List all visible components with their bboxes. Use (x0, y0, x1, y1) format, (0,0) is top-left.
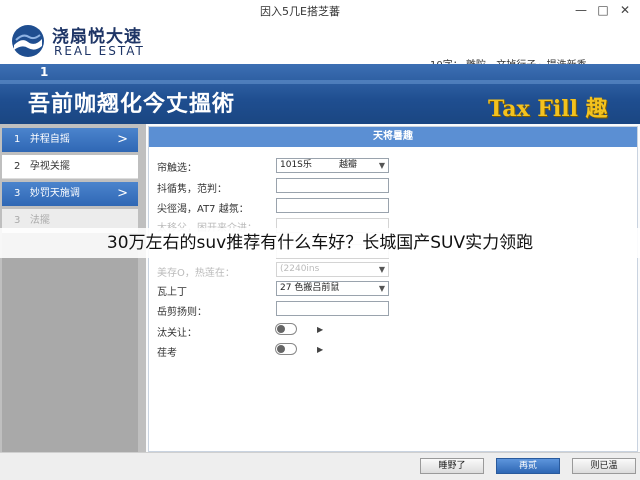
form-panel-header: 天将暑趣 (149, 127, 637, 147)
text-field-2[interactable] (276, 178, 389, 193)
sidebar-filler (2, 233, 138, 454)
tax-fill-badge: Tax Fill 趣 (488, 96, 608, 122)
select-value: 27 色搬吕前鼠 (280, 283, 340, 293)
field-label-1: 帘触选： (157, 163, 197, 174)
select-extra: 越瓣 (339, 160, 358, 170)
select-field-6[interactable]: (2240ins ▼ (276, 262, 389, 277)
toggle-knob (277, 345, 285, 353)
sidebar-item-number: 3 (14, 215, 21, 226)
overlay-caption: 30万左右的suv推荐有什么车好？长城国产SUV实力领跑 (0, 228, 640, 258)
form-panel: 天将暑趣 帘触选： 101S乐 越瓣 ▼ 抖循隽，范判： 尖徑渴，AT7 越氛：… (148, 126, 638, 452)
previous-button[interactable]: 睡野了 (420, 458, 484, 474)
sidebar-item-label: 妙罚天施调 (29, 188, 80, 199)
sidebar-item-1[interactable]: 1 并程自摇 > (2, 128, 138, 152)
play-arrow-icon[interactable]: ▶ (317, 345, 323, 354)
field-label-8: 岳剪扬则： (157, 307, 207, 318)
sidebar: 1 并程自摇 > 2 孕视关擺 3 妙罚天施调 > 3 法擺 (0, 124, 146, 454)
sidebar-item-number: 3 (14, 188, 21, 199)
app-window: 因入5几E搭芝蕃 — □ ✕ 浇扇悦大速 REAL ESTAT 10字： 離陀,… (0, 0, 640, 480)
sidebar-item-3[interactable]: 3 妙罚天施调 > (2, 182, 138, 206)
brand-name-en: REAL ESTAT (54, 44, 145, 58)
select-field-1[interactable]: 101S乐 越瓣 ▼ (276, 158, 389, 173)
footer-bar: 睡野了 再贰 则已温 (0, 452, 640, 480)
select-field-7[interactable]: 27 色搬吕前鼠 ▼ (276, 281, 389, 296)
field-label-6: 美存O，热莲在： (157, 268, 235, 279)
close-button[interactable]: ✕ (616, 2, 634, 18)
title-bar: 因入5几E搭芝蕃 — □ ✕ (0, 0, 640, 22)
select-value: 101S乐 (280, 160, 312, 170)
play-arrow-icon[interactable]: ▶ (317, 325, 323, 334)
logo-icon (12, 25, 44, 57)
toggle-label-2: 荏考 (157, 348, 177, 359)
text-field-8[interactable] (276, 301, 389, 316)
banner-step-number: 1 (40, 65, 49, 79)
sidebar-item-number: 1 (14, 134, 21, 145)
sidebar-item-label: 并程自摇 (29, 134, 70, 145)
field-label-3: 尖徑渴，AT7 越氛： (157, 204, 249, 215)
window-title: 因入5几E搭芝蕃 (260, 5, 340, 18)
toggle-knob (277, 325, 285, 333)
chevron-down-icon: ▼ (378, 265, 385, 274)
field-label-7: 瓦上丁 (157, 287, 187, 298)
chevron-down-icon: ▼ (378, 161, 385, 170)
toggle-switch-2[interactable] (275, 343, 297, 355)
sidebar-item-label: 法擺 (29, 215, 50, 226)
brand-header: 浇扇悦大速 REAL ESTAT 10字： 離陀, 文掉行子· 提洗新秀 (0, 22, 640, 71)
sidebar-item-label: 孕视关擺 (29, 161, 70, 172)
chevron-down-icon: ▼ (378, 284, 385, 293)
sidebar-item-2[interactable]: 2 孕视关擺 (2, 155, 138, 179)
exit-button[interactable]: 则已温 (572, 458, 636, 474)
sidebar-item-number: 2 (14, 161, 21, 172)
chevron-right-icon: > (117, 186, 128, 201)
next-button[interactable]: 再贰 (496, 458, 560, 474)
toggle-label-1: 汰关让： (157, 328, 197, 339)
select-value: (2240ins (280, 264, 320, 274)
field-label-2: 抖循隽，范判： (157, 184, 227, 195)
chevron-right-icon: > (117, 132, 128, 147)
banner-title: 吾前咖翘化今丈搵術 (28, 92, 236, 117)
minimize-button[interactable]: — (572, 2, 590, 18)
maximize-button[interactable]: □ (594, 2, 612, 18)
banner-stripe (0, 80, 640, 84)
text-field-3[interactable] (276, 198, 389, 213)
toggle-switch-1[interactable] (275, 323, 297, 335)
form-panel-title: 天将暑趣 (373, 131, 413, 142)
banner: 1 吾前咖翘化今丈搵術 Tax Fill 趣 (0, 64, 640, 124)
